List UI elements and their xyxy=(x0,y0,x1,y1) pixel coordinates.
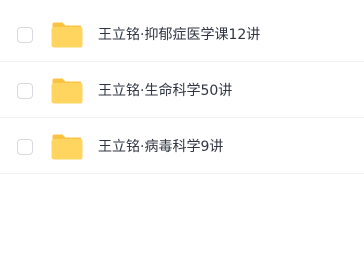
folder-icon xyxy=(51,78,83,104)
row-checkbox[interactable] xyxy=(17,83,33,99)
file-name[interactable]: 王立铭·生命科学50讲 xyxy=(98,82,232,100)
file-name[interactable]: 王立铭·抑郁症医学课12讲 xyxy=(98,26,260,44)
file-name[interactable]: 王立铭·病毒科学9讲 xyxy=(98,138,223,156)
folder-icon xyxy=(51,22,83,48)
row-checkbox[interactable] xyxy=(17,139,33,155)
file-row[interactable]: 王立铭·病毒科学9讲 xyxy=(0,118,364,174)
file-row[interactable]: 王立铭·抑郁症医学课12讲 xyxy=(0,0,364,62)
folder-icon xyxy=(51,134,83,160)
file-row[interactable]: 王立铭·生命科学50讲 xyxy=(0,62,364,118)
row-checkbox[interactable] xyxy=(17,27,33,43)
file-list: 王立铭·抑郁症医学课12讲 王立铭·生命科学50讲 王立铭·病毒科学9讲 xyxy=(0,0,364,174)
